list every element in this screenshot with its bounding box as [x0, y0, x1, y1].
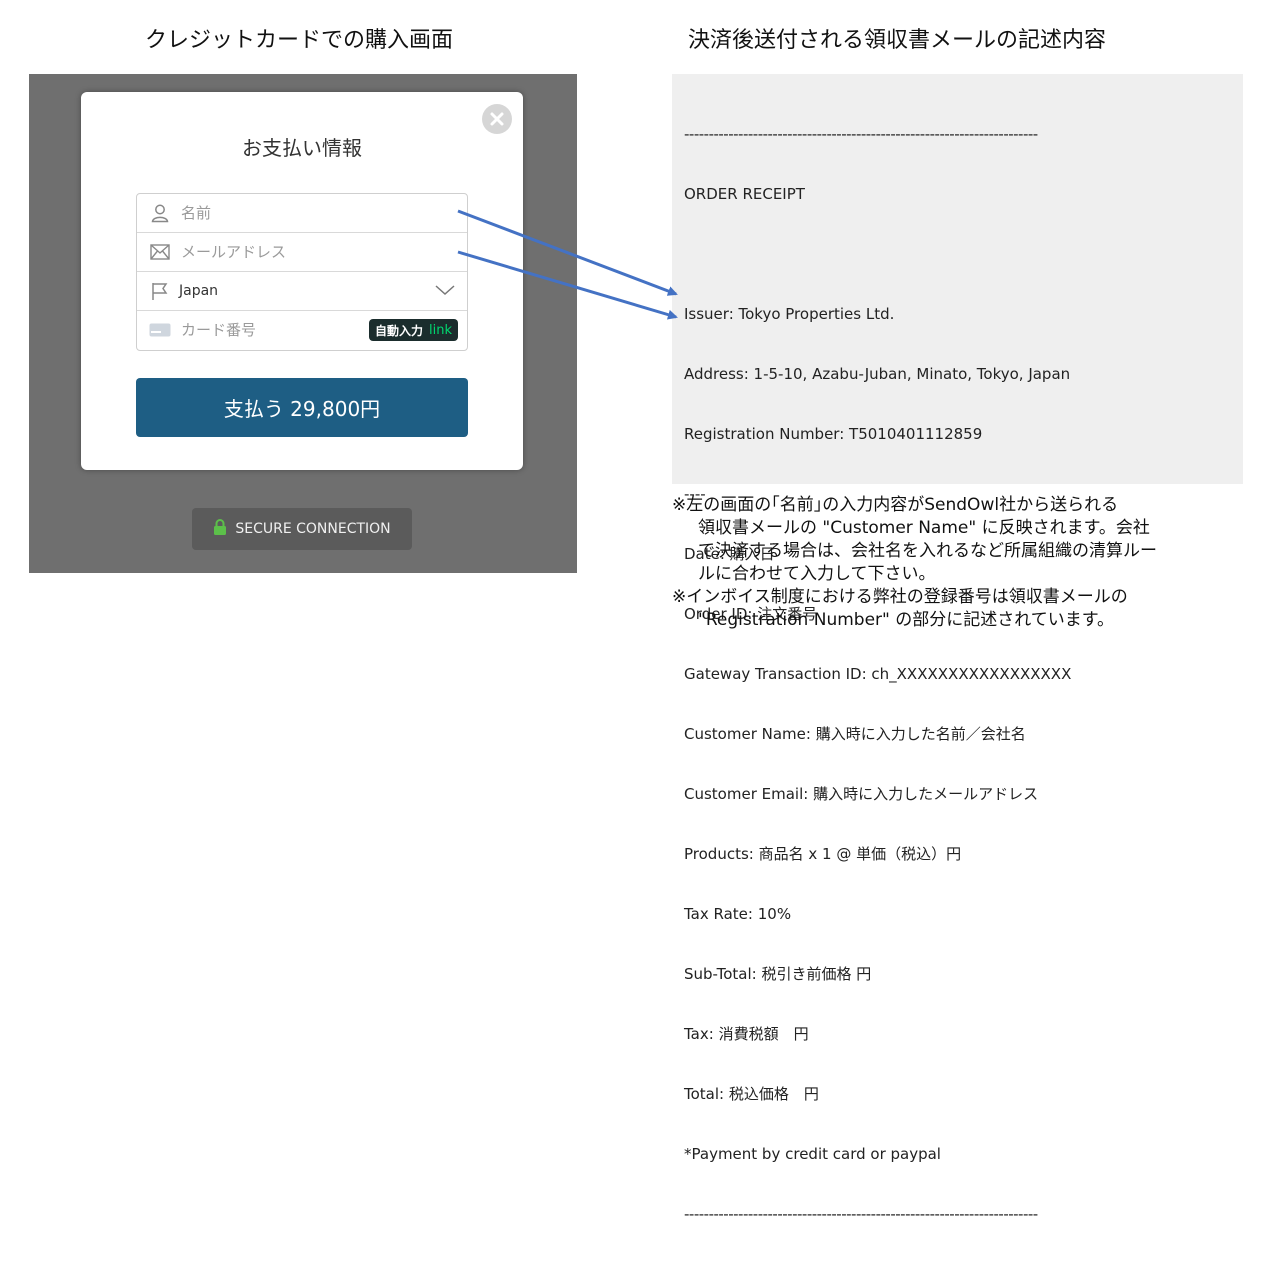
receipt-line: ----------------------------------------…	[684, 1205, 1038, 1223]
receipt-line: Sub-Total: 税引き前価格 円	[684, 965, 872, 983]
receipt-line: Tax: 消費税額 円	[684, 1025, 809, 1043]
receipt-line: *Payment by credit card or paypal	[684, 1145, 941, 1163]
receipt-line: Customer Name: 購入時に入力した名前／会社名	[684, 725, 1026, 743]
name-mapping-arrow	[457, 209, 678, 296]
receipt-line: Total: 税込価格 円	[684, 1085, 819, 1103]
receipt-line: Products: 商品名 x 1 @ 単価（税込）円	[684, 845, 962, 863]
receipt-line: Customer Email: 購入時に入力したメールアドレス	[684, 785, 1039, 803]
email-mapping-arrow	[457, 250, 678, 320]
mapping-arrows	[457, 209, 678, 320]
receipt-line: Tax Rate: 10%	[684, 905, 792, 923]
